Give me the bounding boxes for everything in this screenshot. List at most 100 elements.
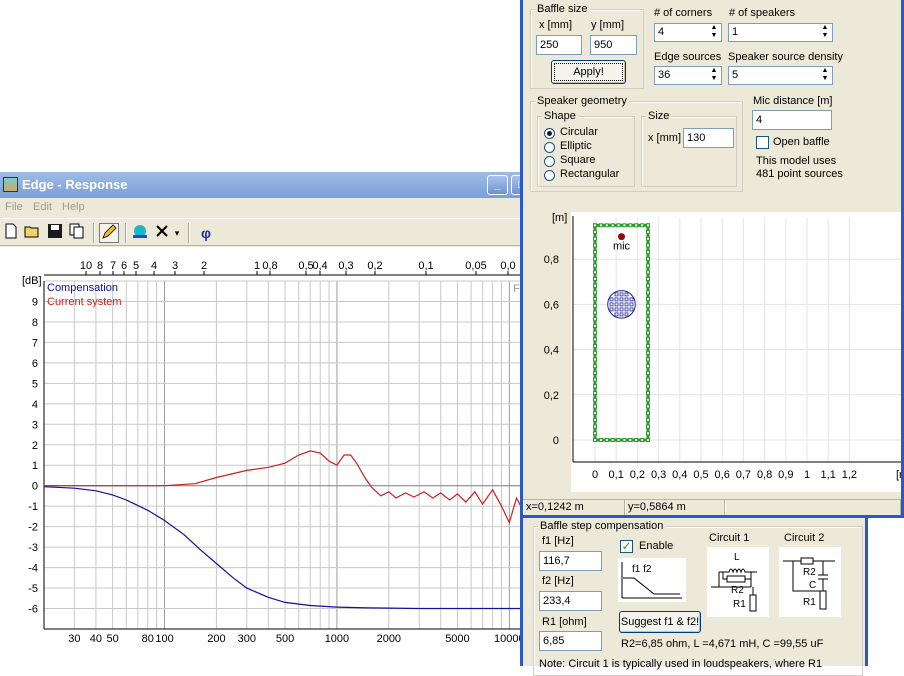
spin-arrows-icon[interactable]: ▲ ▼ bbox=[818, 67, 832, 84]
save-icon[interactable] bbox=[45, 223, 65, 243]
edge-source bbox=[640, 438, 645, 442]
speaker-geometry-group: Speaker geometry Shape Circular Elliptic… bbox=[530, 95, 743, 192]
edge-source bbox=[646, 404, 650, 409]
circuit2-label: Circuit 2 bbox=[784, 532, 825, 544]
bsc-note: Note: Circuit 1 is typically used in lou… bbox=[539, 658, 823, 670]
legend-entry-1: Compensation bbox=[47, 282, 118, 294]
app-icon bbox=[3, 177, 18, 192]
speaker-source bbox=[629, 302, 634, 307]
corners-spinner[interactable]: 4 ▲ ▼ bbox=[654, 23, 722, 42]
edge-source bbox=[646, 310, 650, 315]
radio-elliptic[interactable] bbox=[544, 142, 555, 153]
status-x: x=0,1242 m bbox=[523, 500, 625, 515]
geom-x-tick: 0,3 bbox=[651, 469, 666, 481]
density-spinner[interactable]: 5 ▲ ▼ bbox=[728, 66, 833, 85]
edge-source bbox=[646, 411, 650, 416]
open-folder-icon[interactable] bbox=[22, 223, 42, 243]
copy-icon[interactable] bbox=[67, 223, 87, 243]
phi-icon[interactable]: φ bbox=[196, 223, 216, 243]
menu-bar: File Edit Help bbox=[0, 198, 523, 218]
spin-arrows-icon[interactable]: ▲ ▼ bbox=[707, 24, 721, 41]
y-tick-label: -4 bbox=[28, 563, 38, 575]
radio-circular[interactable] bbox=[544, 128, 555, 139]
edge-source bbox=[634, 438, 639, 442]
edge-source bbox=[646, 391, 650, 396]
baffle-y-input[interactable]: 950 bbox=[590, 35, 637, 55]
mic-label: mic bbox=[613, 241, 631, 253]
baffle-geometry-plot[interactable]: 0,8 0,6 0,4 0,2 0 0 0,1 0,2 0,3 0,4 0,5 0,6 0,7 0,8 0,… bbox=[523, 206, 901, 499]
edge-source bbox=[593, 290, 597, 295]
open-baffle-checkbox[interactable] bbox=[756, 136, 769, 149]
frequency-response-plot[interactable]: 9 8 7 6 5 4 3 2 1 0 -1 -2 -3 -4 -5 -6 [dB] 30 40 50 80 100 200… bbox=[0, 247, 523, 666]
shape-circular-label[interactable]: Circular bbox=[560, 126, 598, 138]
geom-x-tick: 0,1 bbox=[609, 469, 624, 481]
edge-source bbox=[622, 223, 627, 228]
response-title-bar[interactable]: Edge - Response _ □ bbox=[0, 172, 523, 198]
legend-entry-2: Current system bbox=[47, 296, 122, 308]
size-input[interactable]: 130 bbox=[683, 128, 734, 148]
minimize-button[interactable]: _ bbox=[487, 175, 508, 195]
speaker-source bbox=[609, 297, 614, 302]
enable-checkbox[interactable]: ✓ bbox=[620, 540, 633, 553]
y-tick-label: 4 bbox=[32, 399, 38, 411]
radio-square[interactable] bbox=[544, 156, 555, 167]
spin-arrows-icon[interactable]: ▲ ▼ bbox=[818, 24, 832, 41]
radio-rectangular[interactable] bbox=[544, 170, 555, 181]
baffle-x-input[interactable]: 250 bbox=[536, 35, 582, 55]
y-tick-label: -3 bbox=[28, 542, 38, 554]
new-file-icon[interactable] bbox=[1, 223, 21, 243]
model-note-line2: 481 point sources bbox=[756, 168, 843, 180]
top-axis-label: 2 bbox=[201, 260, 207, 272]
suggest-button[interactable]: Suggest f1 & f2! bbox=[619, 611, 701, 633]
edge-source bbox=[646, 236, 650, 241]
edge-source bbox=[646, 290, 650, 295]
speakers-spinner[interactable]: 1 ▲ ▼ bbox=[728, 23, 833, 42]
edge-source bbox=[646, 397, 650, 402]
circuit2-schematic: R2 C R1 bbox=[779, 547, 841, 617]
geom-x-tick: 0 bbox=[592, 469, 598, 481]
mic-icon bbox=[618, 233, 625, 241]
edge-source bbox=[634, 223, 639, 228]
r1-input[interactable]: 6,85 bbox=[539, 631, 602, 651]
geom-y-tick: 0 bbox=[553, 435, 559, 447]
edge-source bbox=[593, 276, 597, 281]
delete-icon[interactable] bbox=[152, 223, 172, 243]
edge-sources-spinner[interactable]: 36 ▲ ▼ bbox=[654, 66, 722, 85]
x-tick-label: 500 bbox=[276, 633, 294, 645]
size-group: Size x [mm] 130 bbox=[641, 110, 737, 187]
shape-rectangular-label[interactable]: Rectangular bbox=[560, 168, 619, 180]
c1-L: L bbox=[734, 552, 740, 563]
apply-button[interactable]: Apply! bbox=[551, 60, 626, 84]
menu-help[interactable]: Help bbox=[62, 201, 85, 213]
edge-source bbox=[646, 370, 650, 375]
shape-square-label[interactable]: Square bbox=[560, 154, 595, 166]
c1-R2: R2 bbox=[731, 585, 744, 596]
model-note-line1: This model uses bbox=[756, 155, 837, 167]
dropdown-icon[interactable]: ▾ bbox=[172, 223, 182, 243]
edge-source bbox=[646, 350, 650, 355]
f2-input[interactable]: 233,4 bbox=[539, 591, 602, 611]
top-axis-label: 0,4 bbox=[312, 260, 327, 272]
speakers-label: # of speakers bbox=[729, 7, 796, 19]
x-tick-label: 50 bbox=[106, 633, 118, 645]
density-value: 5 bbox=[732, 69, 739, 81]
x-tick-label: 300 bbox=[238, 633, 256, 645]
pencil-icon[interactable] bbox=[99, 223, 119, 243]
open-baffle-label[interactable]: Open baffle bbox=[773, 136, 830, 148]
status-empty bbox=[725, 500, 901, 515]
menu-edit[interactable]: Edit bbox=[33, 201, 52, 213]
shape-elliptic-label[interactable]: Elliptic bbox=[560, 140, 592, 152]
y-tick-label: 1 bbox=[32, 460, 38, 472]
mic-distance-input[interactable]: 4 bbox=[752, 110, 832, 130]
menu-file[interactable]: File bbox=[5, 201, 23, 213]
speaker-source bbox=[614, 312, 619, 317]
f1-input[interactable]: 116,7 bbox=[539, 551, 602, 571]
top-axis-label: 0,1 bbox=[418, 260, 433, 272]
edge-source bbox=[598, 223, 603, 228]
enable-label[interactable]: Enable bbox=[639, 540, 673, 552]
speaker-source bbox=[619, 307, 624, 312]
spin-arrows-icon[interactable]: ▲ ▼ bbox=[707, 67, 721, 84]
edge-source bbox=[646, 283, 650, 288]
geom-y-tick: 0,2 bbox=[544, 390, 559, 402]
globe-icon[interactable] bbox=[130, 223, 150, 243]
